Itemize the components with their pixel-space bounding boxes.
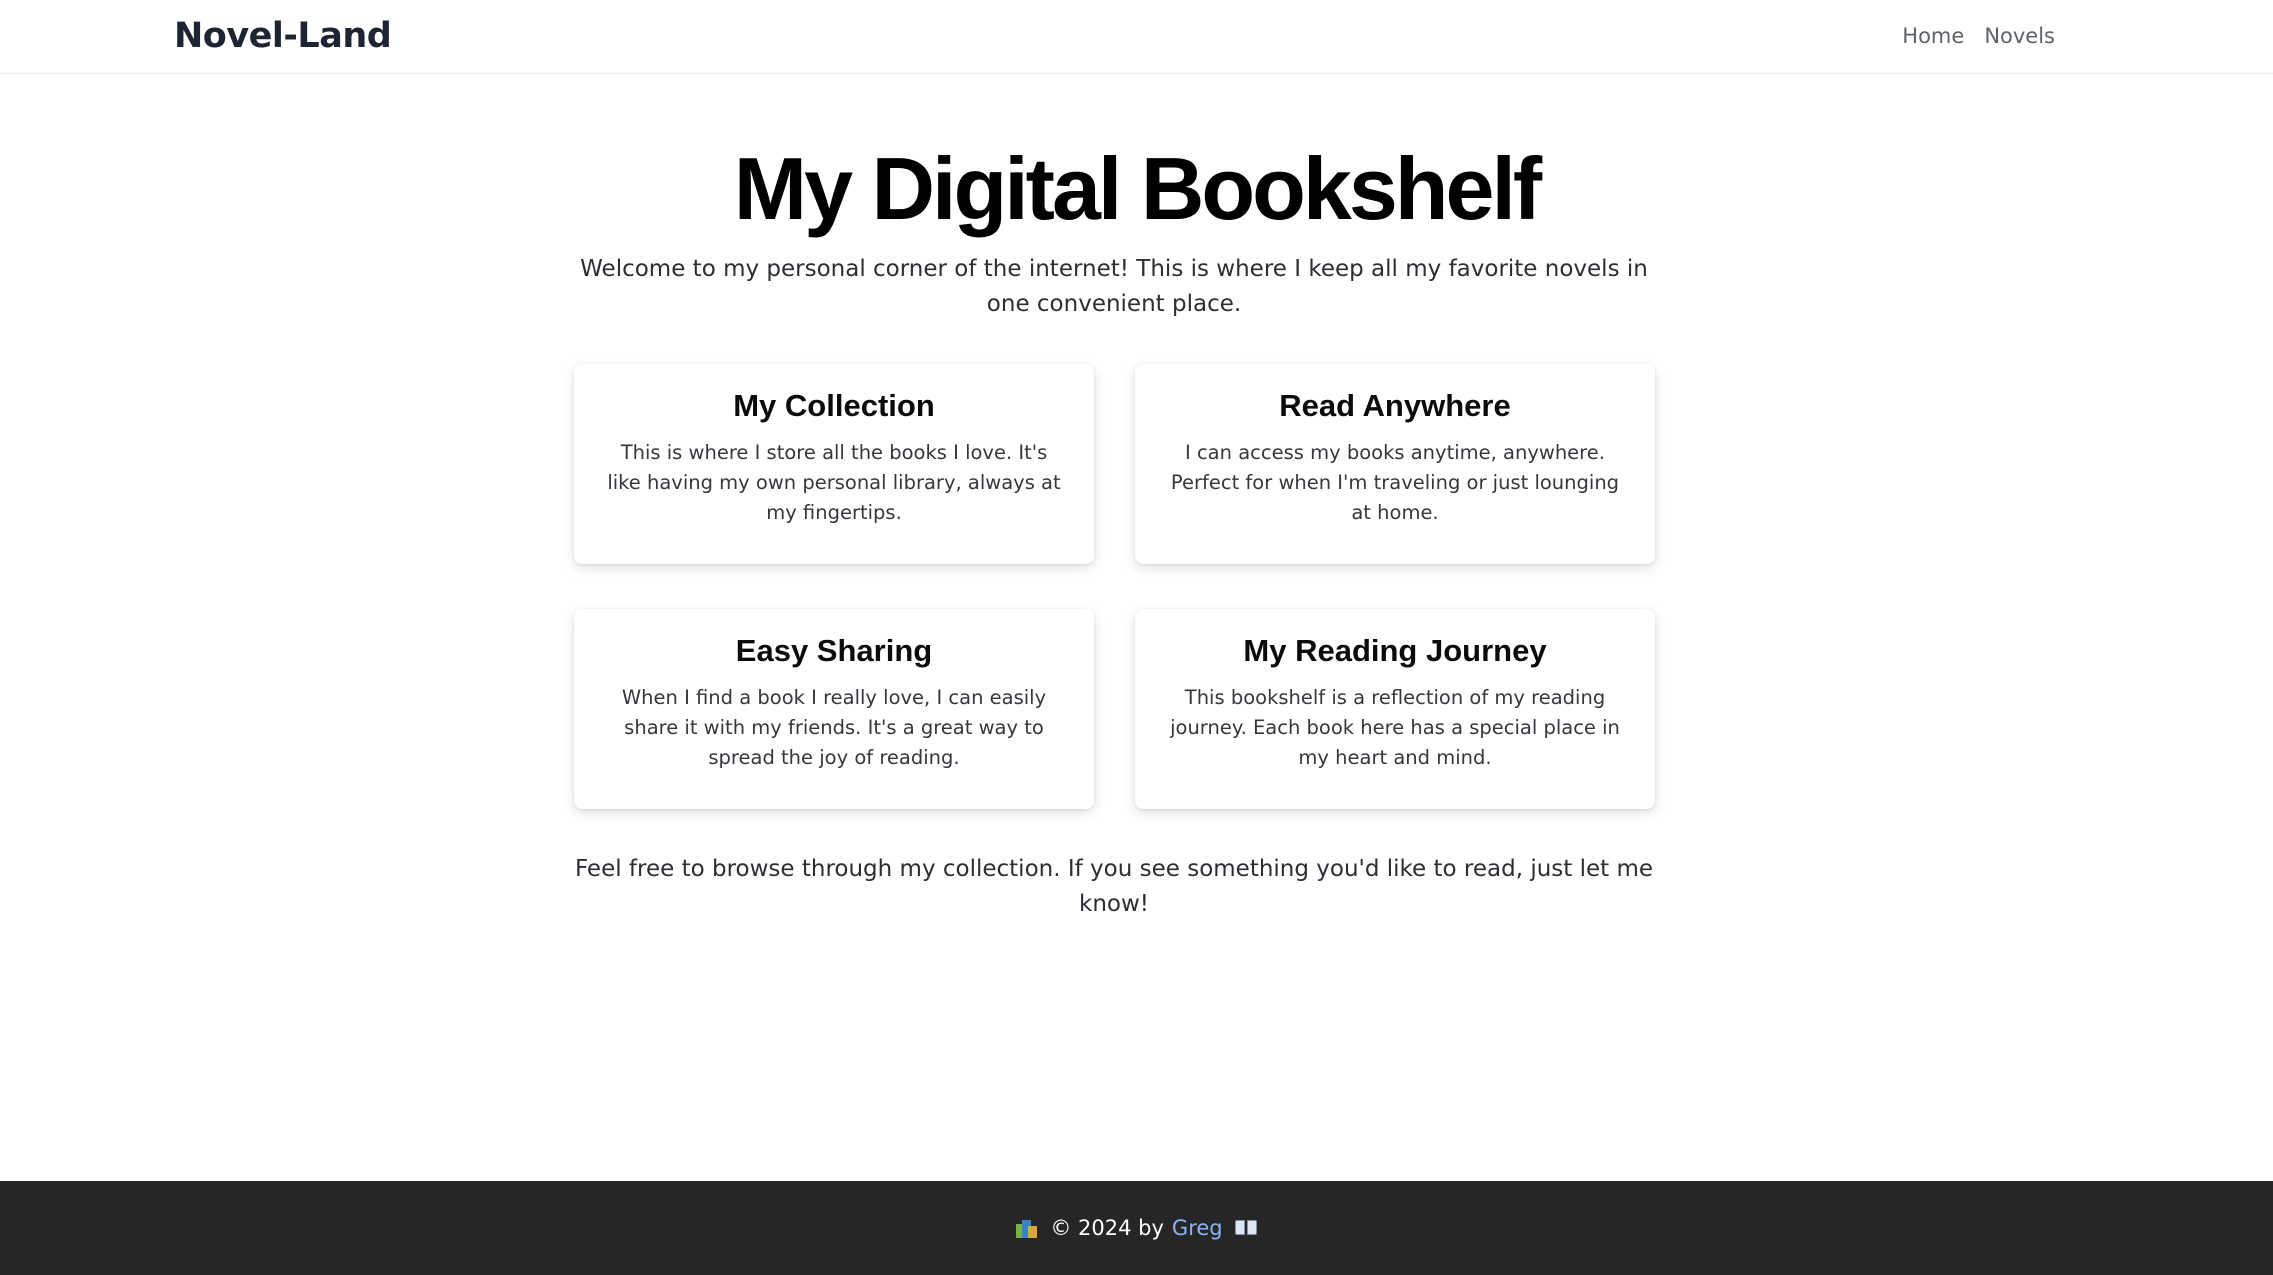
card-text: This bookshelf is a reflection of my rea… [1170, 686, 1620, 769]
footer-author-link[interactable]: Greg [1172, 1216, 1223, 1240]
card-my-reading-journey: My Reading Journey This bookshelf is a r… [1135, 609, 1655, 809]
nav-links: Home Novels [1902, 20, 2055, 52]
nav-link-novels[interactable]: Novels [1984, 20, 2055, 52]
card-read-anywhere: Read Anywhere I can access my books anyt… [1135, 364, 1655, 564]
card-text: This is where I store all the books I lo… [607, 441, 1061, 524]
feature-cards: My Collection This is where I store all … [574, 364, 1655, 809]
card-text: When I find a book I really love, I can … [621, 686, 1047, 769]
card-title: Read Anywhere [1279, 388, 1511, 423]
nav-link-home[interactable]: Home [1902, 20, 1964, 52]
page: Novel-Land Home Novels My Digital Booksh… [0, 0, 2273, 1275]
brand-link[interactable]: Novel-Land [174, 12, 392, 60]
card-my-collection: My Collection This is where I store all … [574, 364, 1094, 564]
intro-text: Welcome to my personal corner of the int… [580, 256, 1648, 317]
navbar: Novel-Land Home Novels [0, 0, 2273, 74]
books-icon [1016, 1218, 1038, 1238]
card-title: My Collection [733, 388, 935, 423]
card-title: Easy Sharing [735, 633, 933, 668]
page-title: My Digital Bookshelf [733, 139, 1542, 238]
outro-text: Feel free to browse through my collectio… [574, 856, 1654, 917]
footer-copyright: © 2024 by [1050, 1216, 1164, 1240]
card-title: My Reading Journey [1243, 633, 1547, 668]
card-easy-sharing: Easy Sharing When I find a book I really… [574, 609, 1094, 809]
open-book-icon [1234, 1220, 1257, 1236]
footer: © 2024 by Greg [0, 1181, 2273, 1275]
card-text: I can access my books anytime, anywhere.… [1170, 441, 1620, 524]
main-content: My Digital Bookshelf Welcome to my perso… [0, 74, 2273, 1181]
